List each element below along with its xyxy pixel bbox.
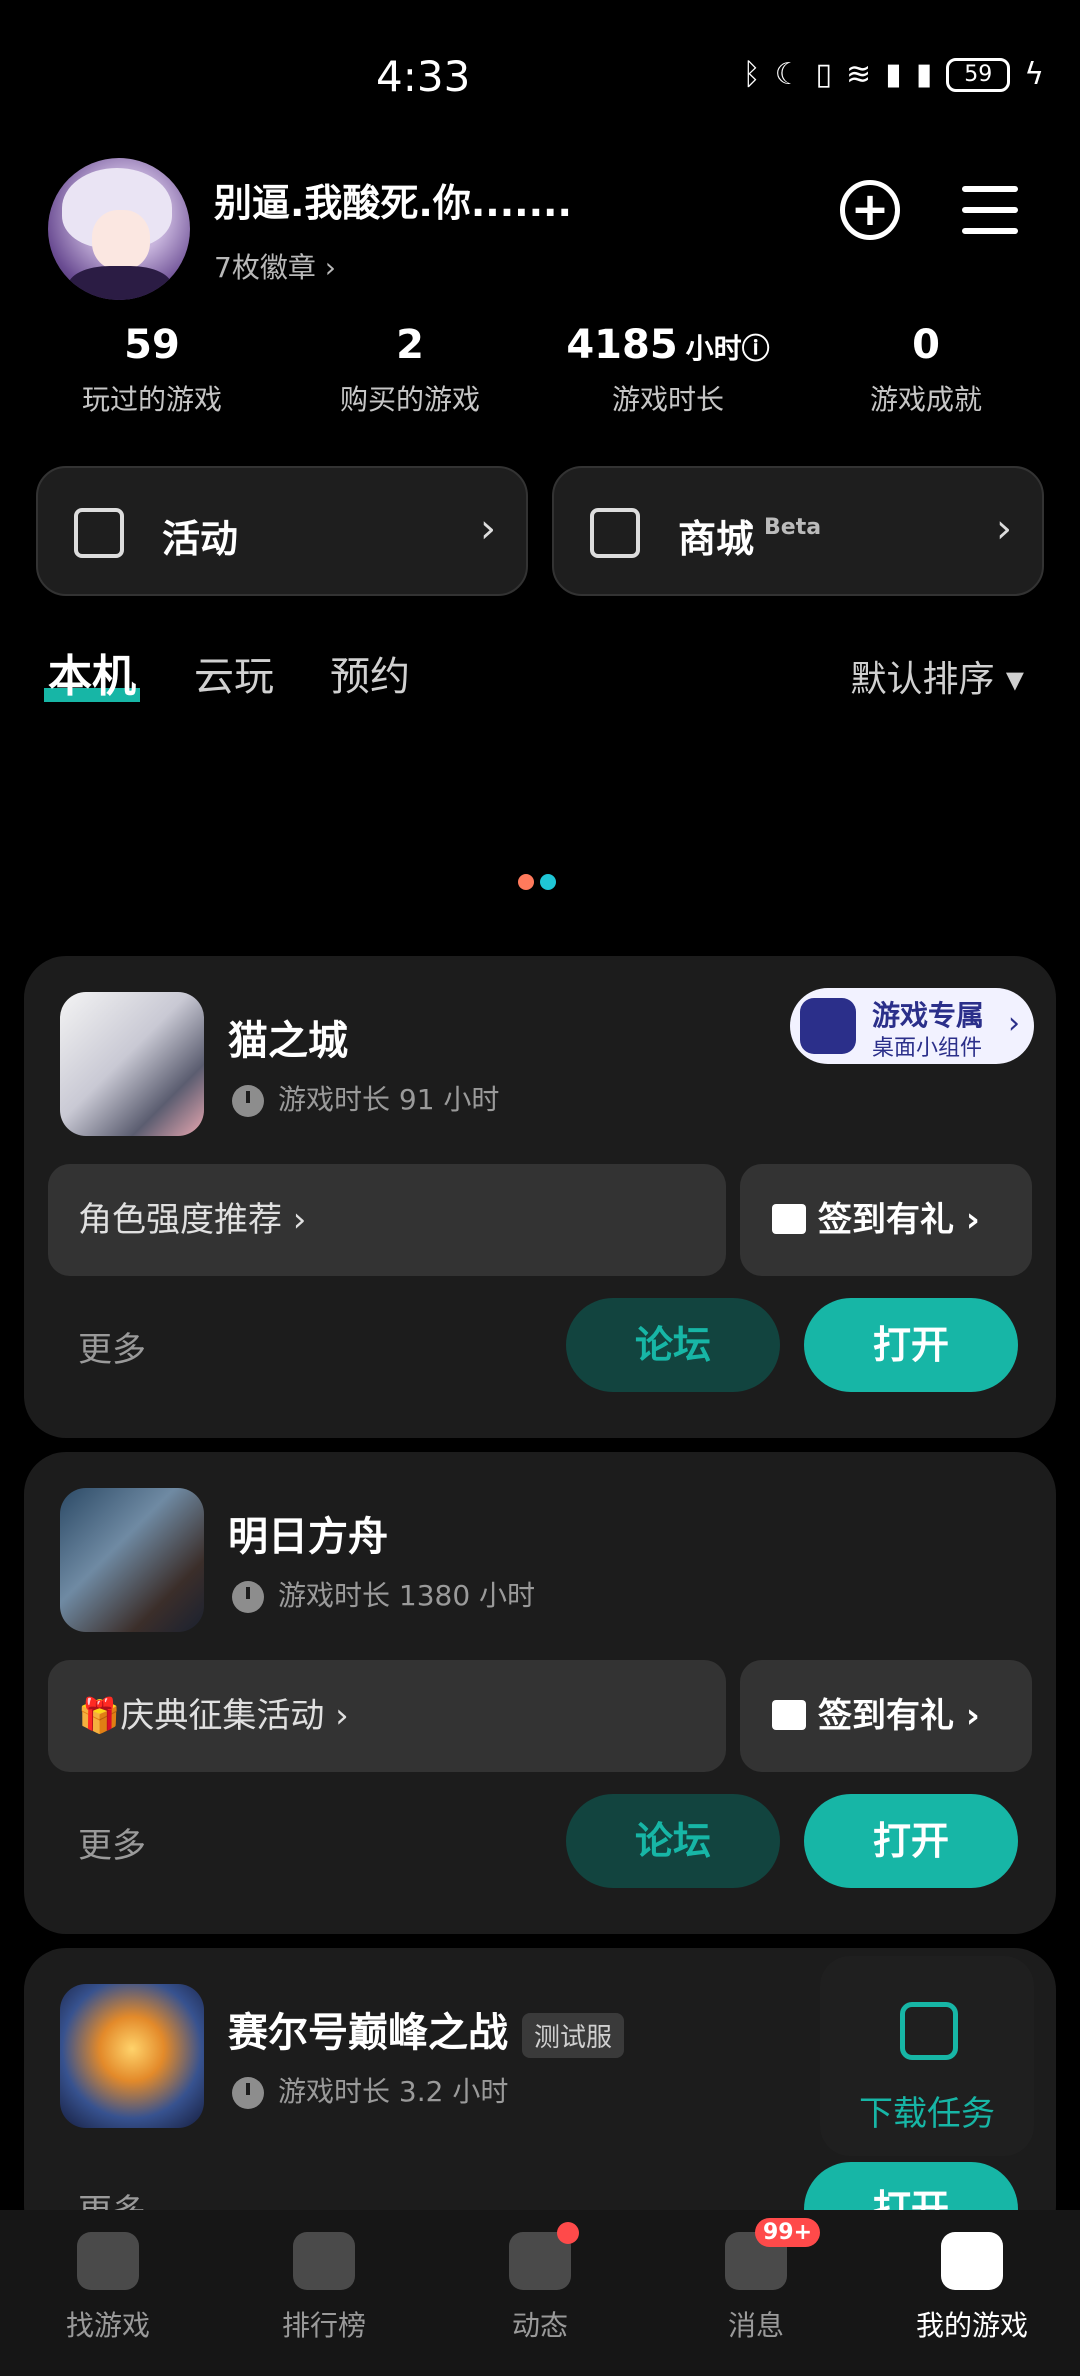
chevron-right-icon: › xyxy=(1008,1006,1020,1041)
stopwatch-icon xyxy=(232,2077,264,2109)
forum-button[interactable]: 论坛 xyxy=(566,1794,780,1888)
game-name[interactable]: 明日方舟 xyxy=(228,1504,388,1562)
gift-icon xyxy=(74,508,124,558)
forum-button[interactable]: 论坛 xyxy=(566,1298,780,1392)
activity-button[interactable]: 活动 › xyxy=(36,466,528,596)
game-playtime: 游戏时长 91 小时 xyxy=(232,1078,499,1118)
charging-icon: ϟ xyxy=(1024,57,1044,92)
wifi-icon: ≋ xyxy=(846,57,872,92)
stat-playtime[interactable]: 4185 小时ⓘ 游戏时长 xyxy=(538,322,798,418)
stats-row: 59 玩过的游戏 2 购买的游戏 4185 小时ⓘ 游戏时长 0 游戏成就 xyxy=(0,322,1080,432)
my-games-icon xyxy=(941,2232,1003,2290)
game-icon[interactable] xyxy=(60,992,204,1136)
promo-link[interactable]: 角色强度推荐 › xyxy=(48,1164,726,1276)
more-link[interactable]: 更多 xyxy=(78,1322,146,1371)
unread-badge: 99+ xyxy=(755,2218,821,2247)
download-task-button[interactable]: 下载任务 xyxy=(820,1956,1034,2156)
nav-feed[interactable]: 动态 xyxy=(460,2222,620,2344)
game-playtime: 游戏时长 1380 小时 xyxy=(232,1574,535,1614)
stat-achievements[interactable]: 0 游戏成就 xyxy=(796,322,1056,418)
open-button[interactable]: 打开 xyxy=(804,1794,1018,1888)
stopwatch-icon xyxy=(232,1581,264,1613)
open-button[interactable]: 打开 xyxy=(804,1298,1018,1392)
message-icon: 99+ xyxy=(725,2218,821,2290)
status-icons: ᛒ ☾ ▯ ≋ ▮ ▮ 59 ϟ xyxy=(743,58,1044,92)
menu-icon xyxy=(962,186,1018,192)
game-search-icon xyxy=(77,2232,139,2290)
store-button[interactable]: 商城 Beta › xyxy=(552,466,1044,596)
status-time: 4:33 xyxy=(376,52,471,101)
tab-reserve[interactable]: 预约 xyxy=(330,644,410,702)
nav-messages[interactable]: 99+ 消息 xyxy=(676,2218,836,2344)
gamepad-icon xyxy=(800,998,856,1054)
nav-find-games[interactable]: 找游戏 xyxy=(28,2232,188,2344)
gift-icon xyxy=(772,1203,806,1234)
game-icon[interactable] xyxy=(60,1984,204,2128)
game-playtime: 游戏时长 3.2 小时 xyxy=(232,2070,508,2110)
sort-dropdown[interactable]: 默认排序 ▾ xyxy=(850,650,1024,702)
moon-icon: ☾ xyxy=(774,57,802,92)
vibrate-icon: ▯ xyxy=(815,57,833,92)
chevron-right-icon: › xyxy=(996,506,1012,552)
nav-my-games[interactable]: 我的游戏 xyxy=(892,2232,1052,2344)
signal-icon: ▮ xyxy=(915,57,933,92)
badges-link[interactable]: 7枚徽章 › xyxy=(214,246,336,286)
status-bar: 4:33 ᛒ ☾ ▯ ≋ ▮ ▮ 59 ϟ xyxy=(0,0,1080,150)
info-icon: 小时ⓘ xyxy=(685,332,770,365)
add-button[interactable]: + xyxy=(840,180,900,240)
tab-local[interactable]: 本机 xyxy=(44,640,140,704)
signal-icon: ▮ xyxy=(885,57,902,92)
game-card: 猫之城 游戏时长 91 小时 游戏专属 桌面小组件 › 角色强度推荐 › 签到有… xyxy=(24,956,1056,1438)
game-card: 明日方舟 游戏时长 1380 小时 🎁庆典征集活动 › 签到有礼 › 更多 论坛… xyxy=(24,1452,1056,1934)
stopwatch-icon xyxy=(232,1085,264,1117)
stat-purchased[interactable]: 2 购买的游戏 xyxy=(280,322,540,418)
signin-gift-button[interactable]: 签到有礼 › xyxy=(740,1164,1032,1276)
beta-tag: Beta xyxy=(764,515,822,540)
battery-icon: 59 xyxy=(946,58,1011,92)
game-name[interactable]: 猫之城 xyxy=(228,1008,348,1066)
bluetooth-icon: ᛒ xyxy=(742,57,761,92)
more-link[interactable]: 更多 xyxy=(78,1818,146,1867)
username[interactable]: 别逼.我酸死.你....... xyxy=(214,172,572,227)
signin-gift-button[interactable]: 签到有礼 › xyxy=(740,1660,1032,1772)
chevron-right-icon: › xyxy=(480,506,496,552)
test-server-tag: 测试服 xyxy=(522,2012,625,2058)
desktop-widget-button[interactable]: 游戏专属 桌面小组件 › xyxy=(790,988,1034,1064)
carousel-dots xyxy=(518,874,556,890)
game-name[interactable]: 赛尔号巅峰之战 测试服 xyxy=(228,2000,625,2058)
stat-played[interactable]: 59 玩过的游戏 xyxy=(22,322,282,418)
nav-ranking[interactable]: 排行榜 xyxy=(244,2232,404,2344)
game-icon[interactable] xyxy=(60,1488,204,1632)
tab-cloud[interactable]: 云玩 xyxy=(194,644,274,702)
promo-link[interactable]: 🎁庆典征集活动 › xyxy=(48,1660,726,1772)
notification-dot xyxy=(557,2222,579,2244)
ranking-icon xyxy=(293,2232,355,2290)
bottom-nav: 找游戏 排行榜 动态 99+ 消息 我的游戏 xyxy=(0,2210,1080,2376)
gift-icon xyxy=(772,1699,806,1730)
download-icon xyxy=(900,2002,958,2060)
store-icon xyxy=(590,508,640,558)
menu-button[interactable] xyxy=(962,186,1018,234)
avatar[interactable] xyxy=(48,158,190,300)
feed-icon xyxy=(509,2222,579,2290)
